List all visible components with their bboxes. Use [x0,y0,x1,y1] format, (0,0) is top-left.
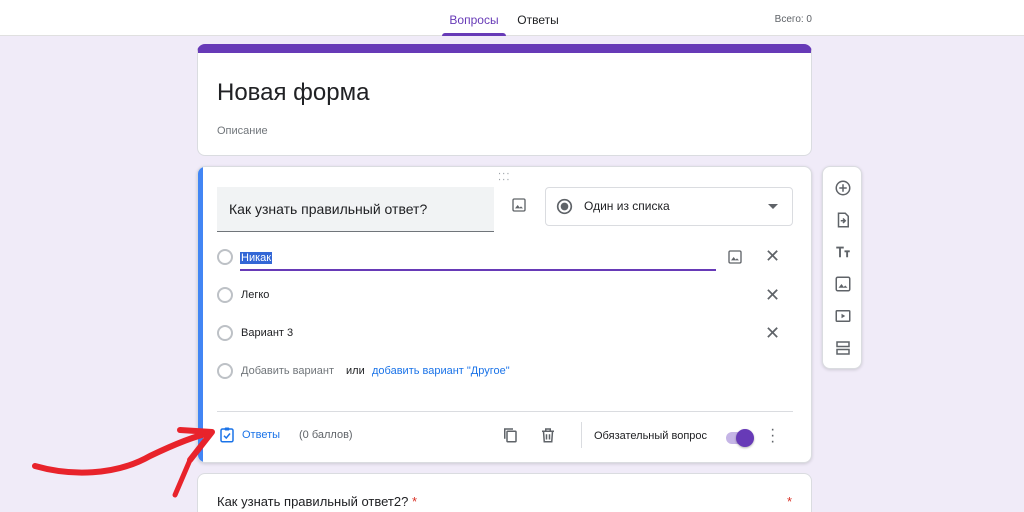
tab-responses[interactable]: Ответы [512,0,564,36]
option-radio [217,325,233,341]
required-marker: * [786,494,792,509]
total-responses: Всего: 0 [774,14,812,25]
form-description-field[interactable]: Описание [217,125,268,137]
radio-checked-icon [556,198,573,215]
add-question-image-icon[interactable] [508,194,530,216]
add-image-icon[interactable] [832,273,854,295]
remove-option-icon[interactable]: ✕ [765,247,780,265]
tab-questions[interactable]: Вопросы [442,0,506,36]
question-2-title: Как узнать правильный ответ2? * [217,494,417,509]
add-video-icon[interactable] [832,305,854,327]
required-label: Обязательный вопрос [594,430,708,442]
duplicate-icon[interactable] [499,424,521,446]
question-text-input[interactable]: Как узнать правильный ответ? [217,187,494,232]
option-radio [217,363,233,379]
drag-handle-icon[interactable]: ⋅⋅⋅ ⋅⋅⋅ [498,170,511,186]
add-title-icon[interactable] [832,241,854,263]
divider [581,422,582,448]
add-question-icon[interactable] [832,177,854,199]
question-type-label: Один из списка [584,199,670,213]
add-option-image-icon[interactable] [724,246,746,268]
more-options-icon[interactable]: · · · [770,422,775,450]
remove-option-icon[interactable]: ✕ [765,324,780,342]
import-questions-icon[interactable] [832,209,854,231]
annotation-arrow-icon [30,420,220,500]
remove-option-icon[interactable]: ✕ [765,286,780,304]
chevron-down-icon [768,204,778,209]
points-label: (0 баллов) [299,429,353,441]
question-type-select[interactable]: Один из списка [545,187,793,226]
add-option-or-text: или [346,365,365,377]
option-text[interactable]: Легко [241,289,269,301]
required-toggle-knob[interactable] [736,429,754,447]
delete-icon[interactable] [537,424,559,446]
add-option-button[interactable]: Добавить вариант [241,365,334,377]
top-bar: Вопросы Ответы Всего: 0 [0,0,1024,36]
option-radio [217,287,233,303]
form-title[interactable]: Новая форма [217,79,369,107]
required-marker: * [411,494,418,509]
option-radio [217,249,233,265]
divider [217,411,793,412]
add-other-option-link[interactable]: добавить вариант "Другое" [372,365,510,377]
option-input-active[interactable]: Никак [240,249,716,271]
side-toolbar [822,166,862,369]
question-2-text: Как узнать правильный ответ2? [217,494,409,509]
question-card-2[interactable]: Как узнать правильный ответ2? * * [197,473,812,512]
answer-key-button[interactable]: Ответы [242,429,280,441]
option-text[interactable]: Вариант 3 [241,327,293,339]
form-title-card: Новая форма Описание [197,44,812,156]
add-section-icon[interactable] [832,337,854,359]
question-card: ⋅⋅⋅ ⋅⋅⋅ Как узнать правильный ответ? Один… [197,166,812,463]
option-text-selected: Никак [240,252,273,264]
